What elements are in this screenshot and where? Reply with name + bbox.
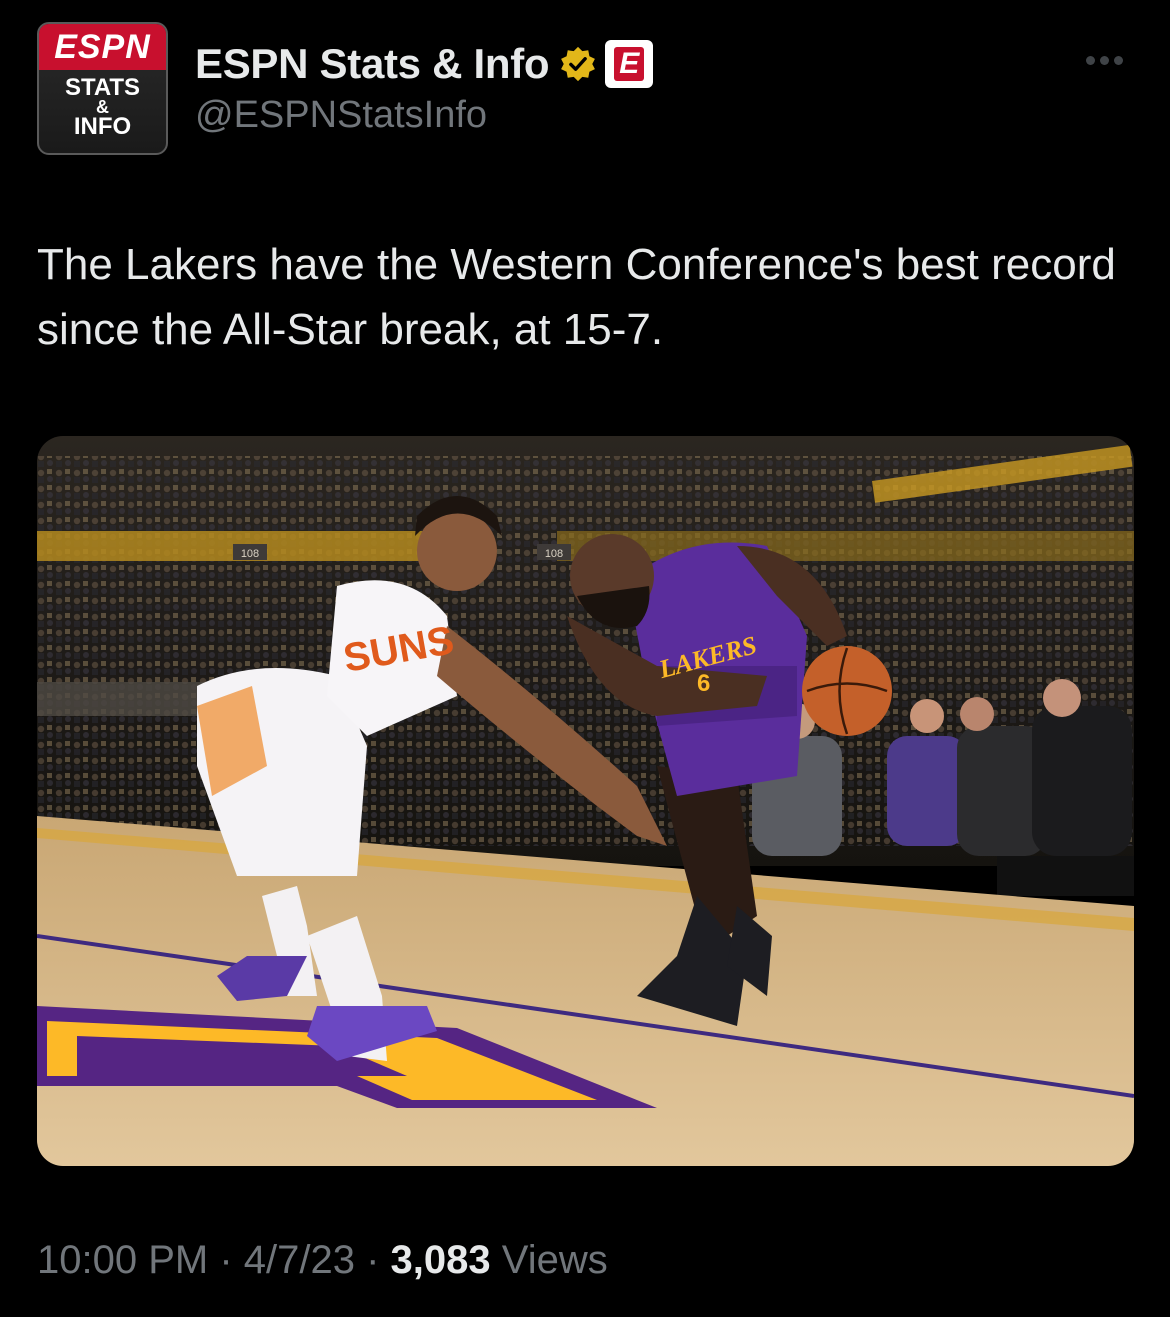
avatar-line-info: INFO <box>73 113 132 140</box>
lakers-jersey-number: 6 <box>697 670 710 697</box>
views-label: Views <box>490 1238 608 1282</box>
basketball <box>802 646 892 736</box>
tweet-date[interactable]: 4/7/23 <box>244 1238 355 1282</box>
avatar[interactable]: ESPN STATS & INFO <box>37 22 168 155</box>
railing <box>37 682 207 716</box>
author-name-row: ESPN Stats & Info E <box>195 38 654 90</box>
tweet-time[interactable]: 10:00 PM <box>37 1238 208 1282</box>
court-floor <box>37 816 1134 1166</box>
fan-head <box>1043 679 1081 717</box>
more-dot <box>1100 56 1109 65</box>
tweet-card: ESPN STATS & INFO ESPN Stats & Info E @E… <box>0 0 1170 1317</box>
section-sign-label: 108 <box>545 548 563 560</box>
basketball-photo: 108 108 SUNS LAKERS 6 <box>37 436 1134 1166</box>
fan-head <box>910 699 944 733</box>
fan-head <box>960 697 994 731</box>
verified-badge-icon[interactable] <box>559 45 597 83</box>
affiliate-badge-icon[interactable]: E <box>605 40 654 88</box>
meta-separator: · <box>208 1238 244 1282</box>
avatar-caption: STATS & INFO <box>39 74 166 140</box>
more-dot <box>1114 56 1123 65</box>
avatar-line-stats: STATS <box>64 74 141 101</box>
affiliate-badge-letter: E <box>614 47 645 81</box>
courtside-chairs <box>997 856 1134 896</box>
tweet-photo[interactable]: 108 108 SUNS LAKERS 6 <box>37 436 1134 1166</box>
tweet-text: The Lakers have the Western Conference's… <box>37 240 1116 354</box>
courtside-fan <box>887 736 967 846</box>
tweet-meta: 10:00 PM · 4/7/23 · 3,083 Views <box>37 1238 608 1283</box>
section-sign-label: 108 <box>241 548 259 560</box>
meta-separator: · <box>354 1238 391 1282</box>
espn-logo: ESPN <box>39 24 166 70</box>
more-options-icon[interactable] <box>1086 56 1123 65</box>
handle[interactable]: @ESPNStatsInfo <box>195 94 487 137</box>
more-dot <box>1086 56 1095 65</box>
display-name[interactable]: ESPN Stats & Info <box>195 40 550 88</box>
courtside-fan <box>1032 706 1132 856</box>
views-count: 3,083 <box>390 1238 491 1282</box>
